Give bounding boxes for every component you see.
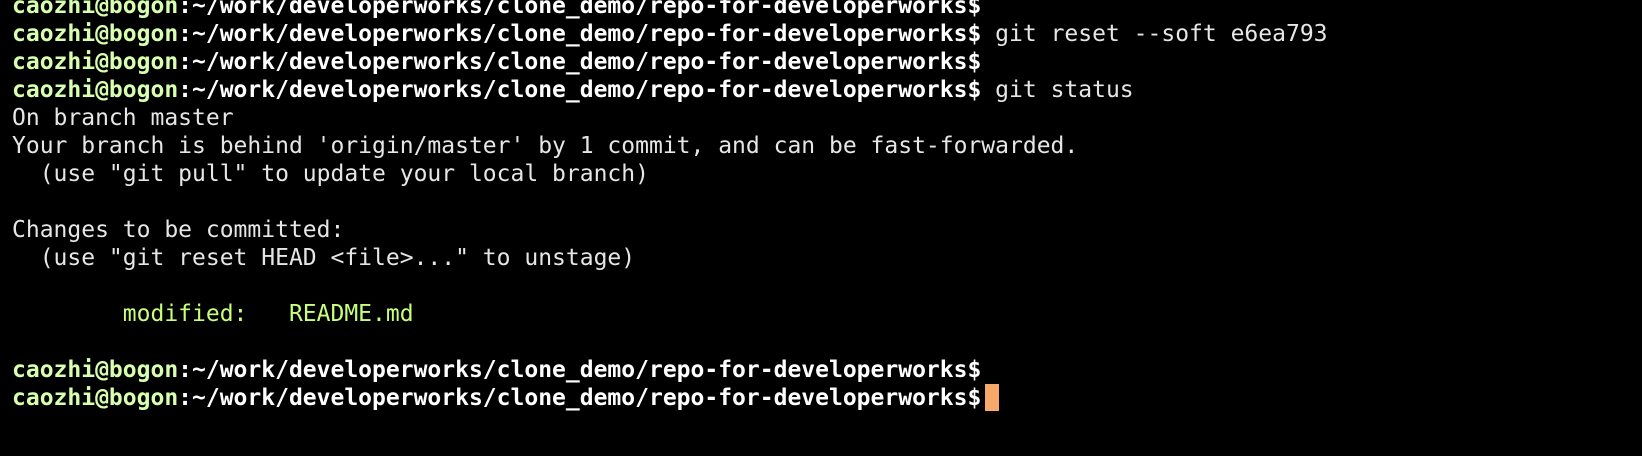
command-text: git reset --soft e6ea793 (981, 21, 1328, 47)
blank-line (12, 328, 1328, 356)
prompt-user: caozhi@bogon (12, 357, 179, 383)
prompt-symbol: $ (967, 385, 982, 411)
prompt-path: :~/work/developerworks/clone_demo/repo-f… (178, 49, 968, 75)
prompt-line: caozhi@bogon:~/work/developerworks/clone… (12, 48, 1328, 76)
output-line: On branch master (12, 105, 234, 131)
prompt-user: caozhi@bogon (12, 49, 179, 75)
modified-file-line: modified: README.md (12, 301, 414, 327)
terminal-output: caozhi@bogon:~/work/developerworks/clone… (12, 0, 1328, 412)
prompt-path: :~/work/developerworks/clone_demo/repo-f… (178, 77, 968, 103)
blank-line (12, 272, 1328, 300)
prompt-line: caozhi@bogon:~/work/developerworks/clone… (12, 76, 1328, 104)
prompt-symbol: $ (967, 49, 982, 75)
prompt-user: caozhi@bogon (12, 21, 179, 47)
prompt-symbol: $ (967, 77, 982, 103)
prompt-line: caozhi@bogon:~/work/developerworks/clone… (12, 0, 1328, 20)
terminal-window[interactable]: caozhi@bogon:~/work/developerworks/clone… (0, 0, 1642, 456)
prompt-path: :~/work/developerworks/clone_demo/repo-f… (178, 385, 968, 411)
prompt-path: :~/work/developerworks/clone_demo/repo-f… (178, 21, 968, 47)
output-line: (use "git reset HEAD <file>..." to unsta… (12, 245, 636, 271)
prompt-user: caozhi@bogon (12, 77, 179, 103)
prompt-symbol: $ (967, 0, 982, 19)
prompt-path: :~/work/developerworks/clone_demo/repo-f… (178, 357, 968, 383)
blank-line (12, 188, 1328, 216)
prompt-user: caozhi@bogon (12, 385, 179, 411)
prompt-line-active[interactable]: caozhi@bogon:~/work/developerworks/clone… (12, 384, 1328, 412)
prompt-line: caozhi@bogon:~/work/developerworks/clone… (12, 20, 1328, 48)
terminal-cursor[interactable] (985, 384, 1000, 411)
prompt-path: :~/work/developerworks/clone_demo/repo-f… (178, 0, 968, 19)
command-text: git status (981, 77, 1134, 103)
prompt-user: caozhi@bogon (12, 0, 179, 19)
output-line: Changes to be committed: (12, 217, 345, 243)
output-line: (use "git pull" to update your local bra… (12, 161, 649, 187)
prompt-symbol: $ (967, 21, 982, 47)
output-line: Your branch is behind 'origin/master' by… (12, 133, 1079, 159)
prompt-symbol: $ (967, 357, 982, 383)
prompt-line: caozhi@bogon:~/work/developerworks/clone… (12, 356, 1328, 384)
